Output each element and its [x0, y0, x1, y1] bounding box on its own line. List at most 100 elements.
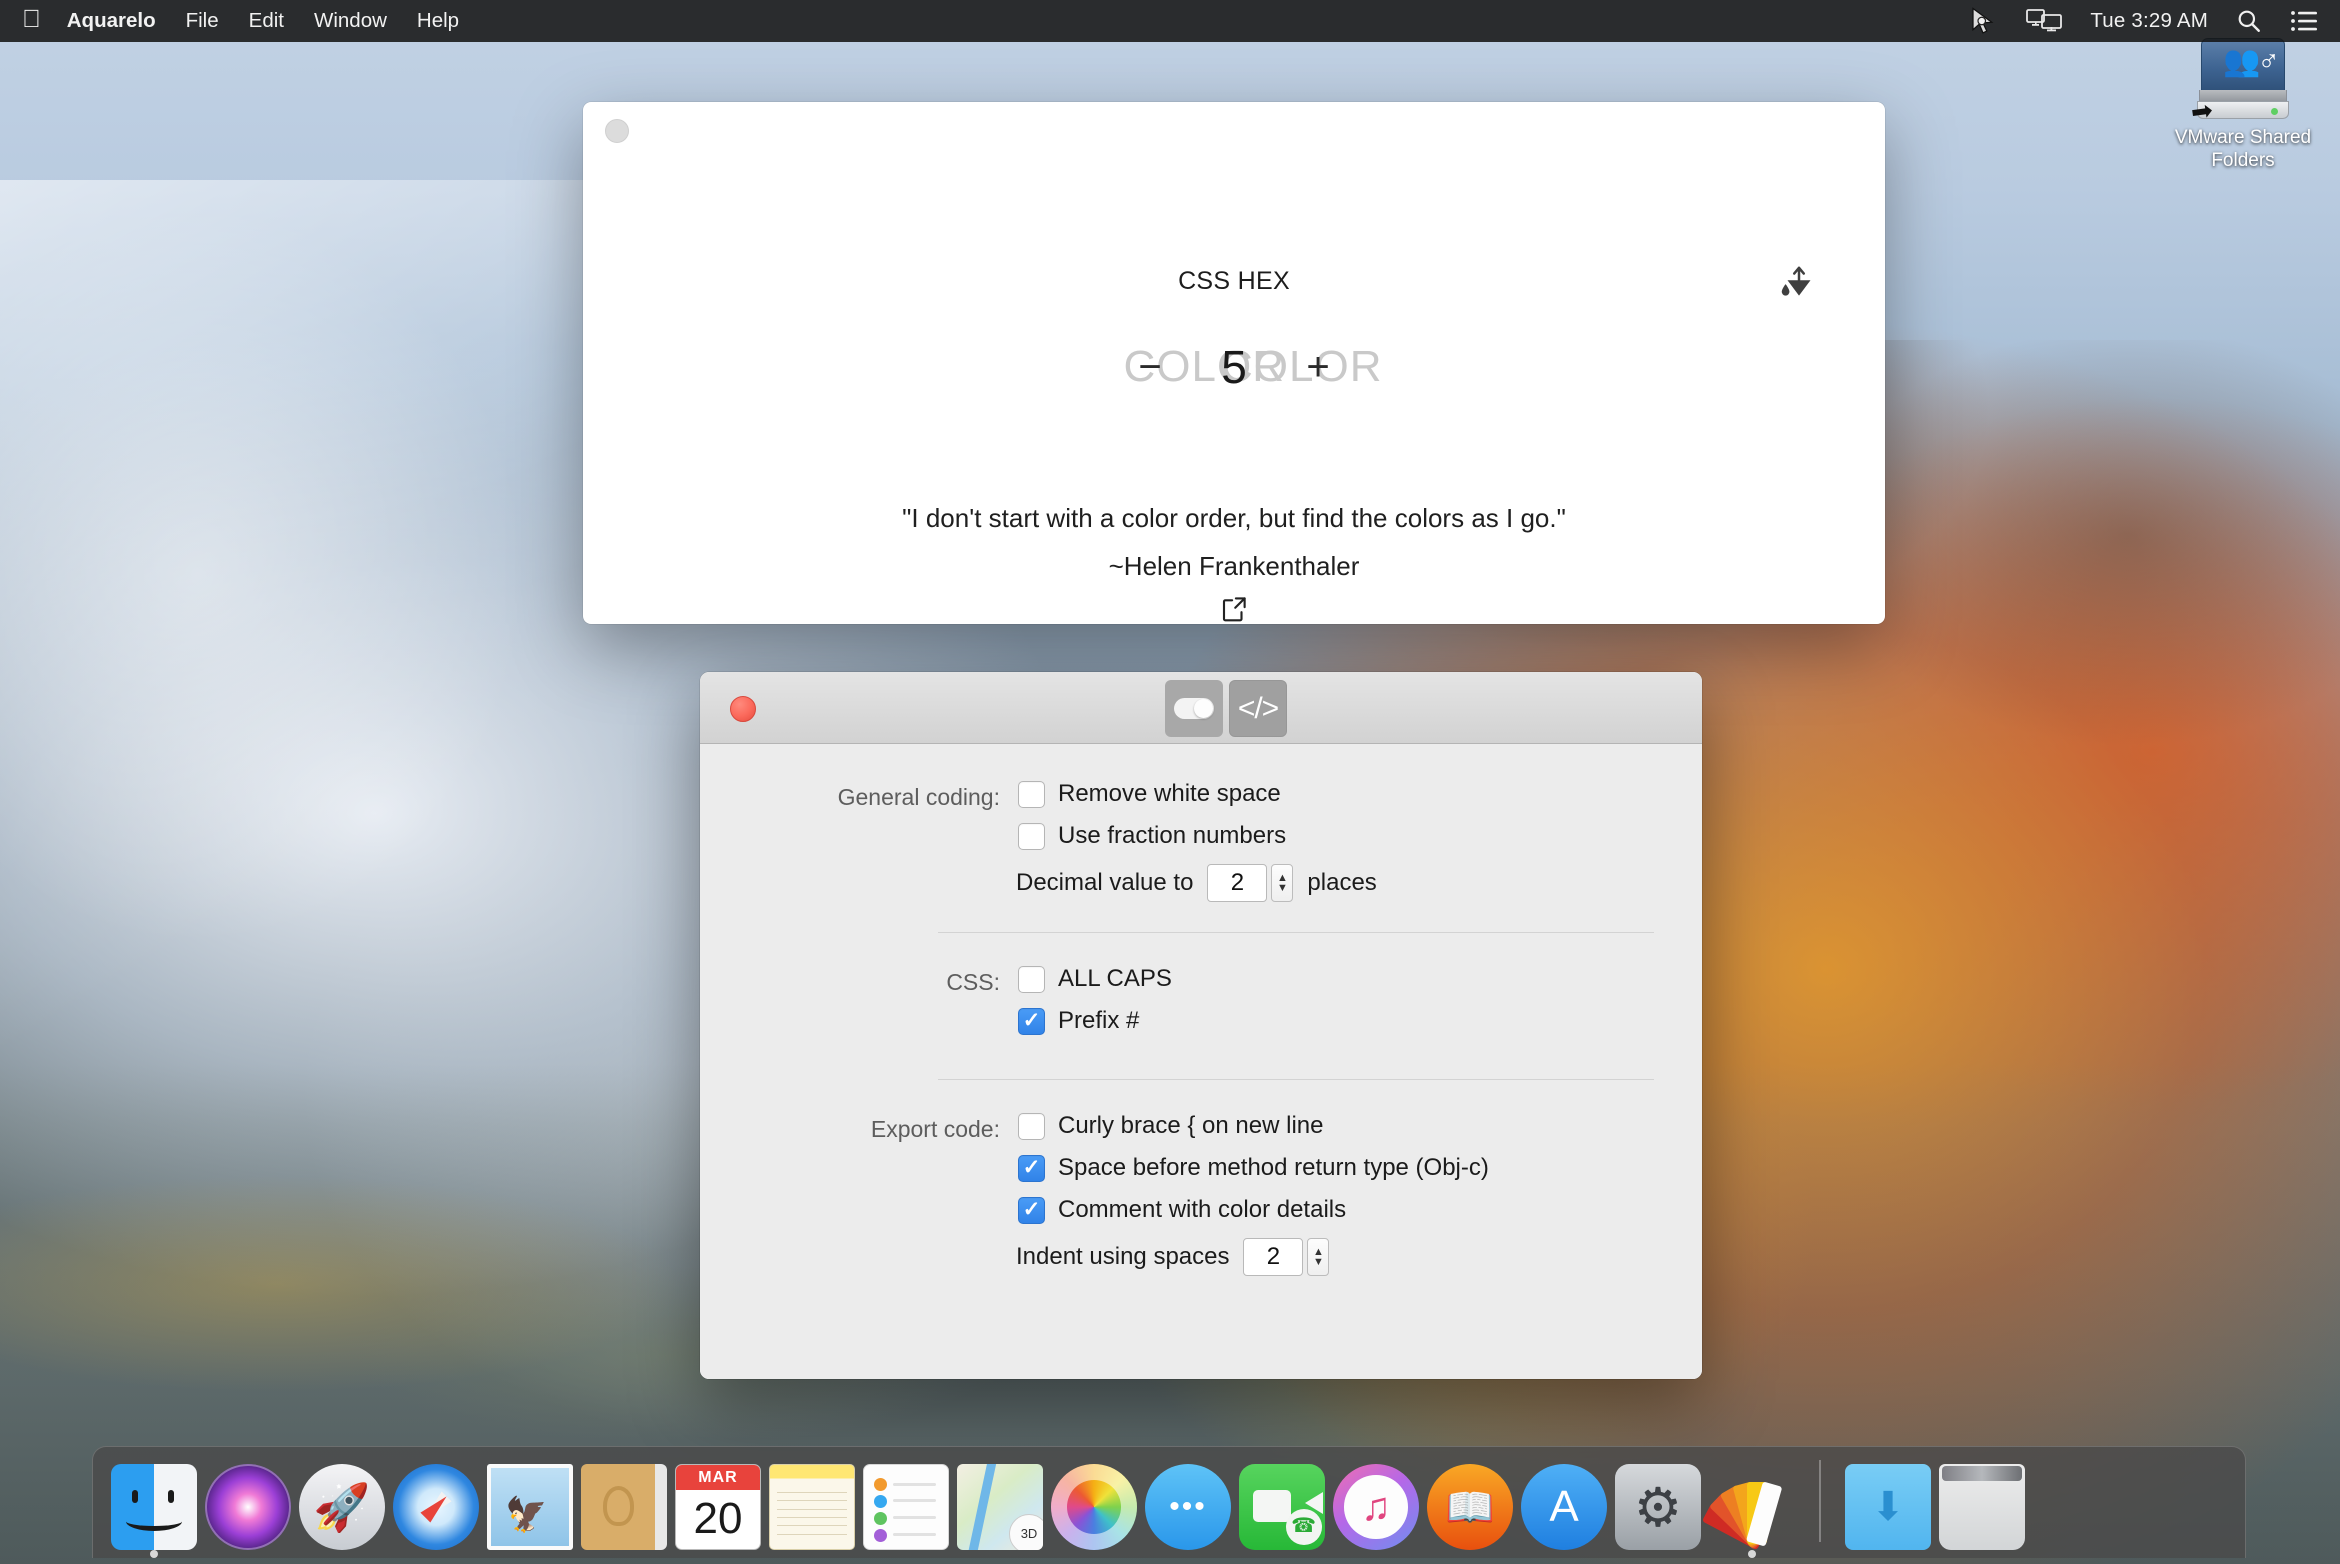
decrease-shades-button[interactable]: − [1133, 345, 1167, 390]
dock-item-ibooks[interactable]: 📖 [1423, 1454, 1517, 1550]
maps-3d-badge: 3D [1009, 1514, 1043, 1550]
row-space-before-method-return-type[interactable]: Space before method return type (Obj-c) [1018, 1154, 1702, 1182]
input-decimal-places[interactable]: 2 [1207, 864, 1268, 902]
row-all-caps[interactable]: ALL CAPS [1018, 965, 1702, 993]
checkbox-all-caps[interactable] [1018, 965, 1045, 993]
tab-wrap-general [1163, 680, 1225, 737]
tab-wrap-code: </> [1227, 680, 1289, 737]
dock-item-notes[interactable] [765, 1454, 859, 1550]
shared-folders-drive-icon: 👥♂ ➡ [2189, 38, 2291, 127]
dock-item-safari[interactable] [389, 1454, 483, 1550]
menu-app-title[interactable]: Aquarelo [67, 9, 156, 33]
row-curly-brace-new-line[interactable]: Curly brace { on new line [1018, 1112, 1702, 1140]
ibooks-icon: 📖 [1427, 1464, 1513, 1550]
label-css: CSS: [946, 969, 1000, 995]
safari-compass-icon [393, 1464, 479, 1550]
search-icon[interactable] [2236, 8, 2262, 34]
dock: 🚀 🦅 MAR 20 3D ••• ☎ ♫ 📖 A ⚙ ⬇ [92, 1446, 2246, 1558]
dock-item-itunes[interactable]: ♫ [1329, 1454, 1423, 1550]
stepper-indent-spaces[interactable]: ▲ ▼ [1307, 1238, 1330, 1276]
divider-1 [938, 932, 1654, 933]
dock-item-calendar[interactable]: MAR 20 [671, 1454, 765, 1550]
menu-item-help[interactable]: Help [417, 9, 459, 33]
checkbox-remove-white-space[interactable] [1018, 780, 1045, 808]
dock-item-contacts[interactable] [577, 1454, 671, 1550]
menu-item-edit[interactable]: Edit [249, 9, 284, 33]
dock-item-downloads[interactable]: ⬇ [1841, 1454, 1935, 1550]
dock-item-system-preferences[interactable]: ⚙ [1611, 1454, 1705, 1550]
row-prefix-hash[interactable]: Prefix # [1018, 1007, 1702, 1035]
row-use-fraction-numbers[interactable]: Use fraction numbers [1018, 822, 1702, 850]
row-indent-using-spaces: Indent using spaces 2 ▲ ▼ [1016, 1238, 1702, 1276]
notes-icon [769, 1464, 855, 1550]
row-decimal-places: Decimal value to 2 ▲ ▼ places [1016, 864, 1702, 902]
three-people-glyph: 👥♂ [2223, 45, 2280, 78]
main-window-close-button[interactable] [605, 119, 629, 143]
dock-item-launchpad[interactable]: 🚀 [295, 1454, 389, 1550]
calendar-day: 20 [693, 1494, 743, 1544]
paint-export-icon[interactable] [1773, 260, 1825, 312]
checkbox-use-fraction-numbers[interactable] [1018, 822, 1045, 850]
stepper-down-icon[interactable]: ▼ [1277, 883, 1288, 894]
siri-icon [205, 1464, 291, 1550]
desktop-icon-vmware-shared-folders[interactable]: 👥♂ ➡ VMware Shared Folders [2168, 38, 2318, 172]
dock-item-app-store[interactable]: A [1517, 1454, 1611, 1550]
dock-item-maps[interactable]: 3D [953, 1454, 1047, 1550]
quote-text: "I don't start with a color order, but f… [902, 503, 1566, 533]
checkbox-curly-brace-new-line[interactable] [1018, 1112, 1045, 1140]
color-format-title[interactable]: CSS HEX [583, 267, 1885, 296]
alias-arrow-icon: ➡ [2188, 94, 2215, 128]
stepper-decimal-places[interactable]: ▲ ▼ [1271, 864, 1294, 902]
row-remove-white-space[interactable]: Remove white space [1018, 780, 1702, 808]
export-code-controls: Curly brace { on new line Space before m… [1016, 1112, 1702, 1276]
dock-item-facetime[interactable]: ☎ [1235, 1454, 1329, 1550]
preferences-titlebar[interactable]: </> [700, 672, 1702, 744]
label-all-caps: ALL CAPS [1058, 965, 1172, 992]
increase-shades-button[interactable]: + [1301, 345, 1335, 390]
label-decimal-value-to: Decimal value to [1016, 869, 1194, 896]
dock-item-messages[interactable]: ••• [1141, 1454, 1235, 1550]
menu-item-file[interactable]: File [186, 9, 219, 33]
preferences-close-button[interactable] [730, 696, 756, 722]
section-css: CSS: ALL CAPS Prefix # [700, 965, 1702, 1049]
contacts-book-icon [581, 1464, 667, 1550]
tab-code[interactable]: </> [1229, 680, 1287, 737]
desktop-icon-label: VMware Shared Folders [2174, 127, 2312, 171]
checkbox-comment-with-color-details[interactable] [1018, 1196, 1045, 1224]
app-store-icon: A [1521, 1464, 1607, 1550]
control-center-icon[interactable] [2290, 10, 2318, 32]
menu-item-window[interactable]: Window [314, 9, 387, 33]
stepper-down-icon[interactable]: ▼ [1313, 1257, 1324, 1268]
vmware-pointer-icon[interactable] [1968, 6, 1998, 36]
preferences-body: General coding: Remove white space Use f… [700, 780, 1702, 1379]
messages-bubble-icon: ••• [1145, 1464, 1231, 1550]
dock-item-mail[interactable]: 🦅 [483, 1454, 577, 1550]
code-brackets-icon: </> [1237, 691, 1279, 725]
apple-logo-icon[interactable]:  [22, 6, 41, 32]
dock-item-photos[interactable] [1047, 1454, 1141, 1550]
dock-item-aquarelo[interactable] [1701, 1454, 1799, 1558]
dock-item-siri[interactable] [201, 1454, 295, 1550]
system-preferences-gear-icon: ⚙ [1615, 1464, 1701, 1550]
label-use-fraction-numbers: Use fraction numbers [1058, 822, 1287, 849]
screen-sharing-icon[interactable] [2026, 8, 2063, 34]
tab-general-toggle[interactable] [1165, 680, 1223, 737]
trash-icon [1939, 1464, 2025, 1550]
label-remove-white-space: Remove white space [1058, 780, 1281, 807]
dock-item-reminders[interactable] [859, 1454, 953, 1550]
checkbox-space-before-method-return-type[interactable] [1018, 1154, 1045, 1182]
section-export-code: Export code: Curly brace { on new line S… [700, 1112, 1702, 1276]
menubar-clock[interactable]: Tue 3:29 AM [2090, 9, 2208, 33]
toggle-switch-icon [1174, 698, 1214, 719]
row-comment-with-color-details[interactable]: Comment with color details [1018, 1196, 1702, 1224]
open-external-icon[interactable] [583, 594, 1885, 629]
general-coding-controls: Remove white space Use fraction numbers … [1016, 780, 1702, 902]
calendar-icon: MAR 20 [675, 1464, 761, 1550]
dock-item-finder[interactable] [107, 1454, 201, 1558]
itunes-icon: ♫ [1333, 1464, 1419, 1550]
finder-icon [111, 1464, 197, 1550]
label-places: places [1307, 869, 1377, 896]
dock-item-trash[interactable] [1935, 1454, 2029, 1550]
checkbox-prefix-hash[interactable] [1018, 1007, 1045, 1035]
input-indent-spaces[interactable]: 2 [1243, 1238, 1304, 1276]
